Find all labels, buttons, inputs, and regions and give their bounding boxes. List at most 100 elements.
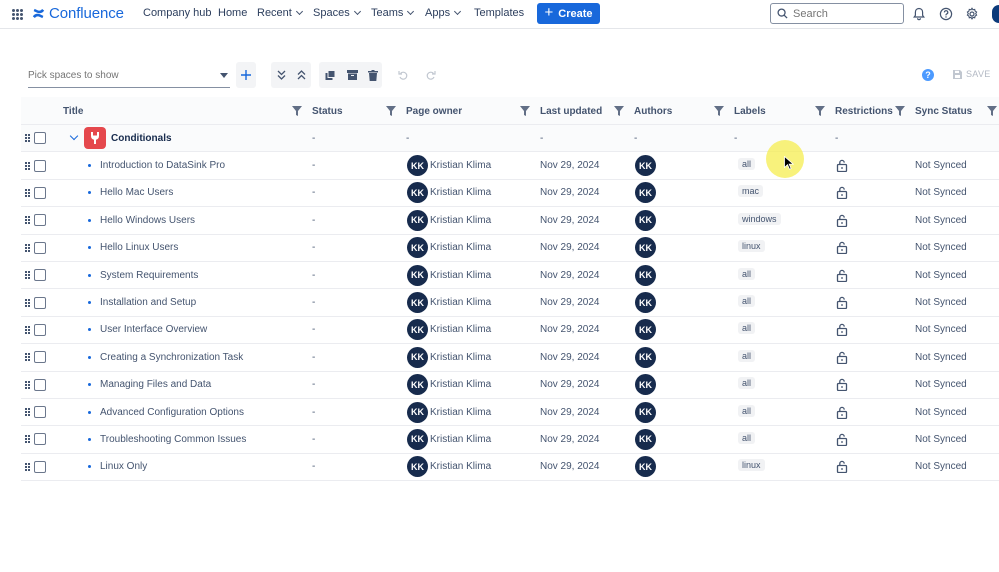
help-icon[interactable] <box>939 7 953 21</box>
avatar[interactable]: KK <box>635 319 656 341</box>
avatar[interactable]: KK <box>407 209 428 231</box>
avatar[interactable]: KK <box>407 346 428 368</box>
archive-button[interactable] <box>342 64 362 86</box>
caret-down-icon[interactable] <box>220 73 228 78</box>
row-checkbox[interactable] <box>34 241 46 254</box>
drag-handle-icon[interactable] <box>25 408 30 417</box>
table-row[interactable]: User Interface Overview - KK Kristian Klima… <box>21 317 999 345</box>
table-row[interactable]: Introduction to DataSink Pro - KK Kristian … <box>21 152 999 180</box>
row-checkbox[interactable] <box>34 378 46 391</box>
row-checkbox[interactable] <box>34 406 46 419</box>
filter-icon[interactable] <box>714 106 724 116</box>
nav-apps[interactable]: Apps <box>425 7 462 19</box>
notifications-icon[interactable] <box>912 7 926 21</box>
row-checkbox[interactable] <box>34 433 46 446</box>
row-checkbox[interactable] <box>34 186 46 199</box>
avatar[interactable]: KK <box>407 374 428 396</box>
search-input[interactable] <box>793 7 893 20</box>
label-tag[interactable]: windows <box>738 212 781 225</box>
avatar[interactable]: KK <box>407 456 428 478</box>
collapse-all-button[interactable] <box>291 64 311 86</box>
column-page-owner[interactable]: Page owner <box>406 97 462 125</box>
filter-icon[interactable] <box>520 106 530 116</box>
add-space-button[interactable] <box>236 64 256 86</box>
delete-button[interactable] <box>363 64 383 86</box>
help-icon[interactable]: ? <box>922 69 934 81</box>
redo-button[interactable] <box>421 64 441 86</box>
page-title-link[interactable]: Hello Linux Users <box>100 242 178 253</box>
unlocked-icon[interactable] <box>836 351 848 364</box>
filter-icon[interactable] <box>386 106 396 116</box>
avatar[interactable]: KK <box>635 428 656 450</box>
expand-all-button[interactable] <box>271 64 291 86</box>
drag-handle-icon[interactable] <box>25 243 30 252</box>
drag-handle-icon[interactable] <box>25 216 30 225</box>
create-button[interactable]: + Create <box>537 3 600 24</box>
page-title-link[interactable]: Hello Mac Users <box>100 187 173 198</box>
avatar[interactable]: KK <box>635 237 656 259</box>
group-title[interactable]: Conditionals <box>111 133 172 144</box>
unlocked-icon[interactable] <box>836 406 848 419</box>
drag-handle-icon[interactable] <box>25 435 30 444</box>
drag-handle-icon[interactable] <box>25 298 30 307</box>
table-row[interactable]: Managing Files and Data - KK Kristian Klima… <box>21 372 999 399</box>
table-row[interactable]: Installation and Setup - KK Kristian Klima N… <box>21 289 999 317</box>
table-row[interactable]: System Requirements - KK Kristian Klima Nov … <box>21 262 999 290</box>
unlocked-icon[interactable] <box>836 159 848 173</box>
drag-handle-icon[interactable] <box>25 134 30 143</box>
filter-icon[interactable] <box>987 106 997 116</box>
drag-handle-icon[interactable] <box>25 161 30 170</box>
avatar[interactable]: KK <box>635 374 656 396</box>
column-status[interactable]: Status <box>312 97 343 125</box>
nav-teams[interactable]: Teams <box>371 7 415 19</box>
column-title[interactable]: Title <box>63 97 83 125</box>
chevron-down-icon[interactable] <box>69 131 79 141</box>
drag-handle-icon[interactable] <box>25 462 30 471</box>
nav-spaces[interactable]: Spaces <box>313 7 361 19</box>
label-tag[interactable]: all <box>738 267 756 280</box>
profile-icon[interactable] <box>992 5 999 23</box>
filter-icon[interactable] <box>895 106 905 116</box>
unlocked-icon[interactable] <box>836 296 848 310</box>
group-row[interactable]: Conditionals - - - - - - <box>21 125 999 153</box>
table-row[interactable]: Linux Only - KK Kristian Klima Nov 29, 2024 K… <box>21 454 999 482</box>
avatar[interactable]: KK <box>407 428 428 450</box>
avatar[interactable]: KK <box>635 292 656 314</box>
nav-recent[interactable]: Recent <box>257 7 303 19</box>
filter-icon[interactable] <box>614 106 624 116</box>
drag-handle-icon[interactable] <box>25 380 30 389</box>
page-title-link[interactable]: Creating a Synchronization Task <box>100 352 243 363</box>
filter-icon[interactable] <box>815 106 825 116</box>
row-checkbox[interactable] <box>34 132 46 145</box>
copy-button[interactable] <box>320 64 340 86</box>
label-tag[interactable]: all <box>738 431 756 444</box>
column-authors[interactable]: Authors <box>634 97 672 125</box>
avatar[interactable]: KK <box>635 209 656 231</box>
avatar[interactable]: KK <box>635 155 656 177</box>
page-title-link[interactable]: Managing Files and Data <box>100 379 211 390</box>
page-title-link[interactable]: User Interface Overview <box>100 324 207 335</box>
avatar[interactable]: KK <box>635 401 656 423</box>
avatar[interactable]: KK <box>635 264 656 286</box>
unlocked-icon[interactable] <box>836 460 848 474</box>
drag-handle-icon[interactable] <box>25 353 30 362</box>
filter-icon[interactable] <box>292 106 302 116</box>
avatar[interactable]: KK <box>635 456 656 478</box>
row-checkbox[interactable] <box>34 323 46 336</box>
label-tag[interactable]: linux <box>738 240 765 253</box>
unlocked-icon[interactable] <box>836 378 848 392</box>
table-row[interactable]: Advanced Configuration Options - KK Kristia… <box>21 399 999 427</box>
table-row[interactable]: Troubleshooting Common Issues - KK Kristian… <box>21 426 999 454</box>
avatar[interactable]: KK <box>407 237 428 259</box>
column-labels[interactable]: Labels <box>734 97 766 125</box>
avatar[interactable]: KK <box>407 155 428 177</box>
unlocked-icon[interactable] <box>836 214 848 227</box>
column-last-updated[interactable]: Last updated <box>540 97 602 125</box>
row-checkbox[interactable] <box>34 460 46 473</box>
label-tag[interactable]: all <box>738 158 756 171</box>
page-title-link[interactable]: Linux Only <box>100 461 147 472</box>
confluence-logo[interactable]: Confluence <box>32 5 124 22</box>
avatar[interactable]: KK <box>407 182 428 204</box>
row-checkbox[interactable] <box>34 296 46 309</box>
avatar[interactable]: KK <box>407 401 428 423</box>
